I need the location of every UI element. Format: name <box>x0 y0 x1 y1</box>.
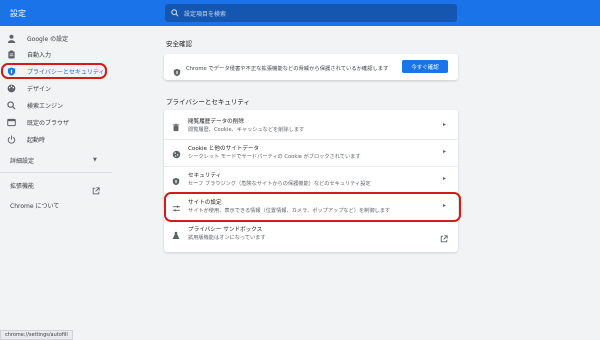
sidebar: Google の設定 自動入力 プライバシーとセキュリティ デザイン 検索エンジ… <box>0 26 112 340</box>
row-subtitle: 閲覧履歴、Cookie、キャッシュなどを削除します <box>188 127 305 133</box>
power-icon <box>6 134 16 144</box>
clipboard-icon <box>6 49 16 59</box>
sidebar-item-about[interactable]: Chrome について <box>10 201 59 210</box>
sidebar-item-design[interactable]: デザイン <box>6 81 108 95</box>
list-item-security[interactable]: セキュリティ セーフ ブラウジング（危険なサイトからの保護機能）などのセキュリテ… <box>164 171 458 193</box>
sidebar-item-label: 既定のブラウザ <box>27 119 70 127</box>
row-title: Cookie と他のサイトデータ <box>188 146 260 152</box>
status-bar-url: chrome://settings/autofill <box>0 330 73 340</box>
section-title-privacy: プライバシーとセキュリティ <box>166 98 250 106</box>
row-subtitle: 試用版機能はオンになっています <box>188 235 266 241</box>
row-subtitle: セーフ ブラウジング（危険なサイトからの保護機能）などのセキュリティ設定 <box>188 181 371 187</box>
divider <box>164 139 458 140</box>
list-item-cookies[interactable]: Cookie と他のサイトデータ シークレット モードでサードパーティの Coo… <box>164 144 458 166</box>
trash-icon <box>172 117 181 132</box>
row-title: セキュリティ <box>188 173 222 179</box>
divider <box>0 172 112 173</box>
safety-check-card: Chrome でデータ侵害や不正な拡張機能などの脅威から保護されているか確認しま… <box>164 54 458 80</box>
shield-icon <box>173 62 181 81</box>
sidebar-item-label: デザイン <box>27 85 52 93</box>
sidebar-item-search-engine[interactable]: 検索エンジン <box>6 98 108 112</box>
chevron-right-icon: ▸ <box>442 121 446 128</box>
sidebar-item-autofill[interactable]: 自動入力 <box>6 47 108 61</box>
list-item-clear-browsing-data[interactable]: 閲覧履歴データの削除 閲覧履歴、Cookie、キャッシュなどを削除します ▸ <box>164 117 458 139</box>
chevron-right-icon: ▸ <box>442 148 446 155</box>
search-icon <box>171 9 179 17</box>
sidebar-item-label: Google の設定 <box>27 35 69 43</box>
highlight-outline <box>164 192 461 222</box>
sidebar-item-google[interactable]: Google の設定 <box>6 31 108 45</box>
chevron-down-icon: ▼ <box>93 157 97 163</box>
flask-icon <box>172 225 181 239</box>
section-title-safety: 安全確認 <box>166 40 192 48</box>
sidebar-item-privacy[interactable]: プライバシーとセキュリティ <box>6 64 108 78</box>
sidebar-item-label: 検索エンジン <box>27 102 64 110</box>
safety-check-description: Chrome でデータ侵害や不正な拡張機能などの脅威から保護されているか確認しま… <box>186 66 389 72</box>
row-subtitle: シークレット モードでサードパーティの Cookie がブロックされています <box>188 154 361 160</box>
search-input[interactable]: 設定項目を検索 <box>165 4 457 22</box>
divider <box>164 166 458 167</box>
list-item-privacy-sandbox[interactable]: プライバシー サンドボックス 試用版機能はオンになっています <box>164 225 458 247</box>
header-bar: 設定 設定項目を検索 <box>0 0 600 26</box>
sidebar-item-startup[interactable]: 起動時 <box>6 132 108 146</box>
sidebar-item-extensions[interactable]: 拡張機能 <box>10 181 34 190</box>
search-placeholder: 設定項目を検索 <box>184 10 227 18</box>
person-icon <box>6 33 16 43</box>
search-icon <box>6 100 16 110</box>
shield-icon <box>6 66 16 76</box>
privacy-card: 閲覧履歴データの削除 閲覧履歴、Cookie、キャッシュなどを削除します ▸ C… <box>164 110 458 252</box>
sidebar-item-label: 起動時 <box>27 136 46 144</box>
sidebar-item-label: 詳細設定 <box>10 158 35 165</box>
sidebar-item-label: 自動入力 <box>27 51 52 59</box>
row-title: 閲覧履歴データの削除 <box>188 119 244 125</box>
check-now-button[interactable]: 今すぐ確認 <box>402 60 448 73</box>
shield-icon <box>172 171 181 186</box>
sidebar-item-label: プライバシーとセキュリティ <box>27 68 105 76</box>
cookie-icon <box>172 144 181 159</box>
palette-icon <box>6 83 16 93</box>
sidebar-item-label: 拡張機能 <box>10 183 35 190</box>
external-link-icon <box>440 228 448 247</box>
sidebar-advanced[interactable]: 詳細設定 <box>10 156 34 165</box>
page-title: 設定 <box>10 9 26 18</box>
row-title: プライバシー サンドボックス <box>188 227 263 233</box>
external-link-icon <box>92 180 100 199</box>
sidebar-item-label: Chrome について <box>10 203 60 210</box>
sidebar-item-default-browser[interactable]: 既定のブラウザ <box>6 115 108 129</box>
chevron-right-icon: ▸ <box>442 175 446 182</box>
browser-icon <box>6 117 16 127</box>
